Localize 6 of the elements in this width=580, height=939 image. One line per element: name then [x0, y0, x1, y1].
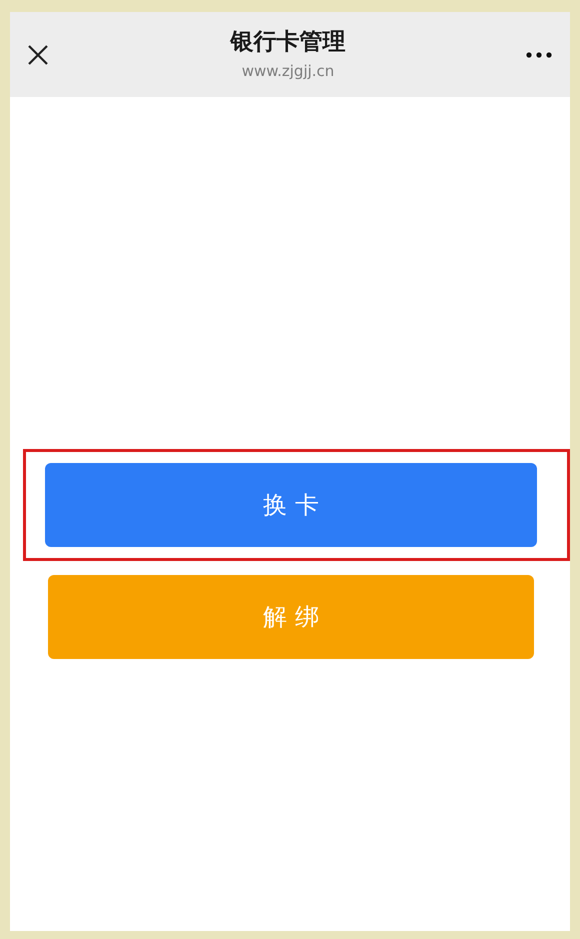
close-icon: [26, 42, 50, 66]
action-button[interactable]: 解 绑: [48, 575, 534, 659]
site-address: www.zjgjj.cn: [242, 61, 334, 82]
action-button[interactable]: 换 卡: [45, 463, 537, 547]
more-icon: [526, 52, 552, 58]
page-title: 银行卡管理: [230, 28, 346, 58]
